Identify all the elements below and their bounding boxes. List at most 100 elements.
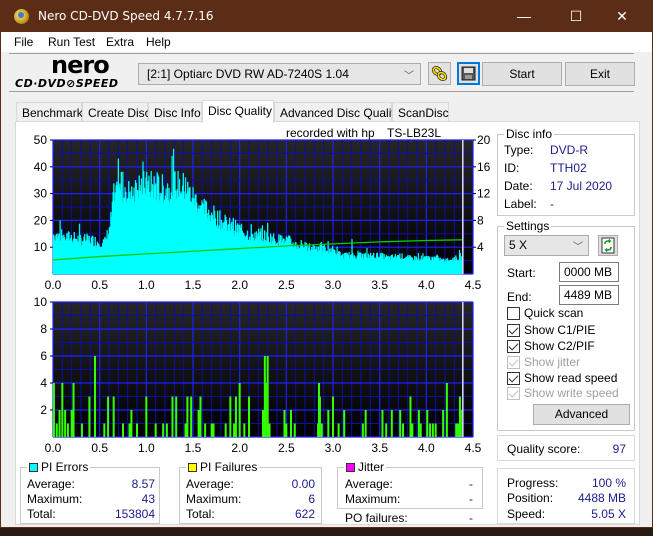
tab-disc-info[interactable]: Disc Info <box>148 102 202 122</box>
pi-errors-maximum: 43 <box>141 492 155 506</box>
pi-failure-bar <box>66 423 69 437</box>
maximize-button[interactable]: ☐ <box>553 1 599 32</box>
tab-disc-quality[interactable]: Disc Quality <box>202 100 274 123</box>
drive-config-button[interactable] <box>428 62 451 85</box>
pi-failure-bar <box>70 410 73 437</box>
pi-errors-average-label: Average: <box>27 477 75 491</box>
pi-failure-bar <box>285 423 288 437</box>
speed-select-value: 5 X <box>509 238 528 252</box>
pi-errors-total: 153804 <box>114 507 155 521</box>
speed-label: Speed: <box>507 507 546 521</box>
y2-tick-label: 8 <box>477 213 484 227</box>
pi-failures-legend: PI Failures <box>186 460 260 474</box>
pi-failure-bar <box>80 423 83 437</box>
pi-failure-bar <box>234 396 237 437</box>
pi-failure-bar <box>431 423 434 437</box>
pi-failure-bar <box>402 423 404 437</box>
start-field-label: Start: <box>507 266 536 280</box>
start-button[interactable]: Start <box>482 62 562 86</box>
pi-failure-bar <box>184 423 187 437</box>
checkbox-label: Show C2/PIF <box>524 339 595 353</box>
y2-tick-label: 12 <box>477 187 491 201</box>
progress-label: Progress: <box>507 476 559 490</box>
menu-help[interactable]: Help <box>146 35 171 49</box>
tab-create-disc[interactable]: Create Disc <box>82 102 151 122</box>
pi-failure-bar <box>268 423 271 437</box>
menu-bar: File Run Test Extra Help <box>1 32 652 52</box>
logo-nero-text: nero <box>51 51 110 79</box>
checkbox-box <box>507 372 520 385</box>
chevron-down-icon: ﹀ <box>573 242 583 253</box>
x-tick-label: 2.5 <box>278 278 295 291</box>
pi-failure-bar <box>332 396 334 437</box>
y-tick-label: 4 <box>40 376 47 390</box>
menu-file[interactable]: File <box>14 35 33 49</box>
pi-failure-bar <box>210 423 213 437</box>
pi-failure-bar <box>186 396 189 437</box>
pi-failure-bar <box>61 383 64 437</box>
drive-select[interactable]: [2:1] Optiarc DVD RW AD-7240S 1.04 ﹀ <box>138 63 421 85</box>
disc-id-value: TTH02 <box>550 161 587 175</box>
pi-failure-bar <box>64 410 67 437</box>
y-tick-label: 30 <box>34 187 48 201</box>
jitter-color-swatch <box>346 463 355 472</box>
x-tick-label: 2.0 <box>231 278 248 291</box>
quality-score-label: Quality score: <box>507 442 581 456</box>
drive-select-value: [2:1] Optiarc DVD RW AD-7240S 1.04 <box>147 67 349 81</box>
title-bar: Nero CD-DVD Speed 4.7.7.16 — ☐ ✕ <box>1 1 652 32</box>
pi-failure-bar <box>457 423 460 437</box>
pi-failure-bar <box>361 423 364 437</box>
x-tick-label: 0.5 <box>91 278 108 291</box>
x-tick-label: 1.5 <box>185 441 202 455</box>
pi-failure-bar <box>327 410 330 437</box>
pi-failure-bar <box>455 423 458 437</box>
refresh-speed-button[interactable] <box>598 235 618 256</box>
menu-run-test[interactable]: Run Test <box>48 35 95 49</box>
chain-link-icon <box>431 66 448 81</box>
pi-failure-bar <box>337 423 340 437</box>
settings-title: Settings <box>504 219 552 233</box>
y2-tick-label: 4 <box>477 240 484 254</box>
tab-scandisc[interactable]: ScanDisc <box>392 102 449 122</box>
pi-failure-bar <box>212 423 215 437</box>
tab-benchmark[interactable]: Benchmark <box>16 102 83 122</box>
pi-failure-bar <box>293 423 296 437</box>
x-tick-label: 1.0 <box>138 441 155 455</box>
pi-failures-maximum-label: Maximum: <box>186 492 242 506</box>
minimize-button[interactable]: — <box>501 1 547 32</box>
close-button[interactable]: ✕ <box>599 1 645 32</box>
pi-failure-bar <box>442 410 445 437</box>
pi-failure-bar <box>318 396 321 437</box>
pi-failure-bar <box>52 383 55 437</box>
tab-advanced-disc-quality[interactable]: Advanced Disc Quality <box>274 102 401 122</box>
jitter-title: Jitter <box>358 460 385 474</box>
disc-label-value: - <box>550 197 554 211</box>
pi-failure-bar <box>112 396 115 437</box>
end-field[interactable]: 4489 MB <box>559 285 619 305</box>
disc-id-label: ID: <box>504 161 520 175</box>
save-button[interactable] <box>457 62 480 85</box>
advanced-button[interactable]: Advanced <box>533 404 630 425</box>
x-tick-label: 4.5 <box>465 441 482 455</box>
menu-extra[interactable]: Extra <box>106 35 134 49</box>
pi-failure-bar <box>445 383 448 437</box>
speed-select[interactable]: 5 X ﹀ <box>504 235 589 256</box>
pi-failures-title: PI Failures <box>200 460 258 474</box>
x-tick-label: 3.0 <box>325 441 342 455</box>
pi-failure-bar <box>72 383 75 437</box>
checkbox-box <box>507 356 520 369</box>
pi-failure-bar <box>175 396 178 437</box>
pi-errors-legend: PI Errors <box>27 460 91 474</box>
nero-app-icon <box>14 9 29 24</box>
pi-failure-bar <box>381 410 384 437</box>
pi-failure-bar <box>122 423 124 437</box>
start-field[interactable]: 0000 MB <box>559 262 619 282</box>
exit-button[interactable]: Exit <box>565 62 635 86</box>
quality-score-value: 97 <box>612 442 626 456</box>
nero-logo: nero CD·DVD⊘SPEED <box>15 51 131 94</box>
disc-label-label: Label: <box>504 197 537 211</box>
pi-failure-bar <box>417 410 420 437</box>
pi-failure-bar <box>199 396 202 437</box>
floppy-disk-icon <box>461 66 476 81</box>
pi-failure-bar <box>88 396 91 437</box>
